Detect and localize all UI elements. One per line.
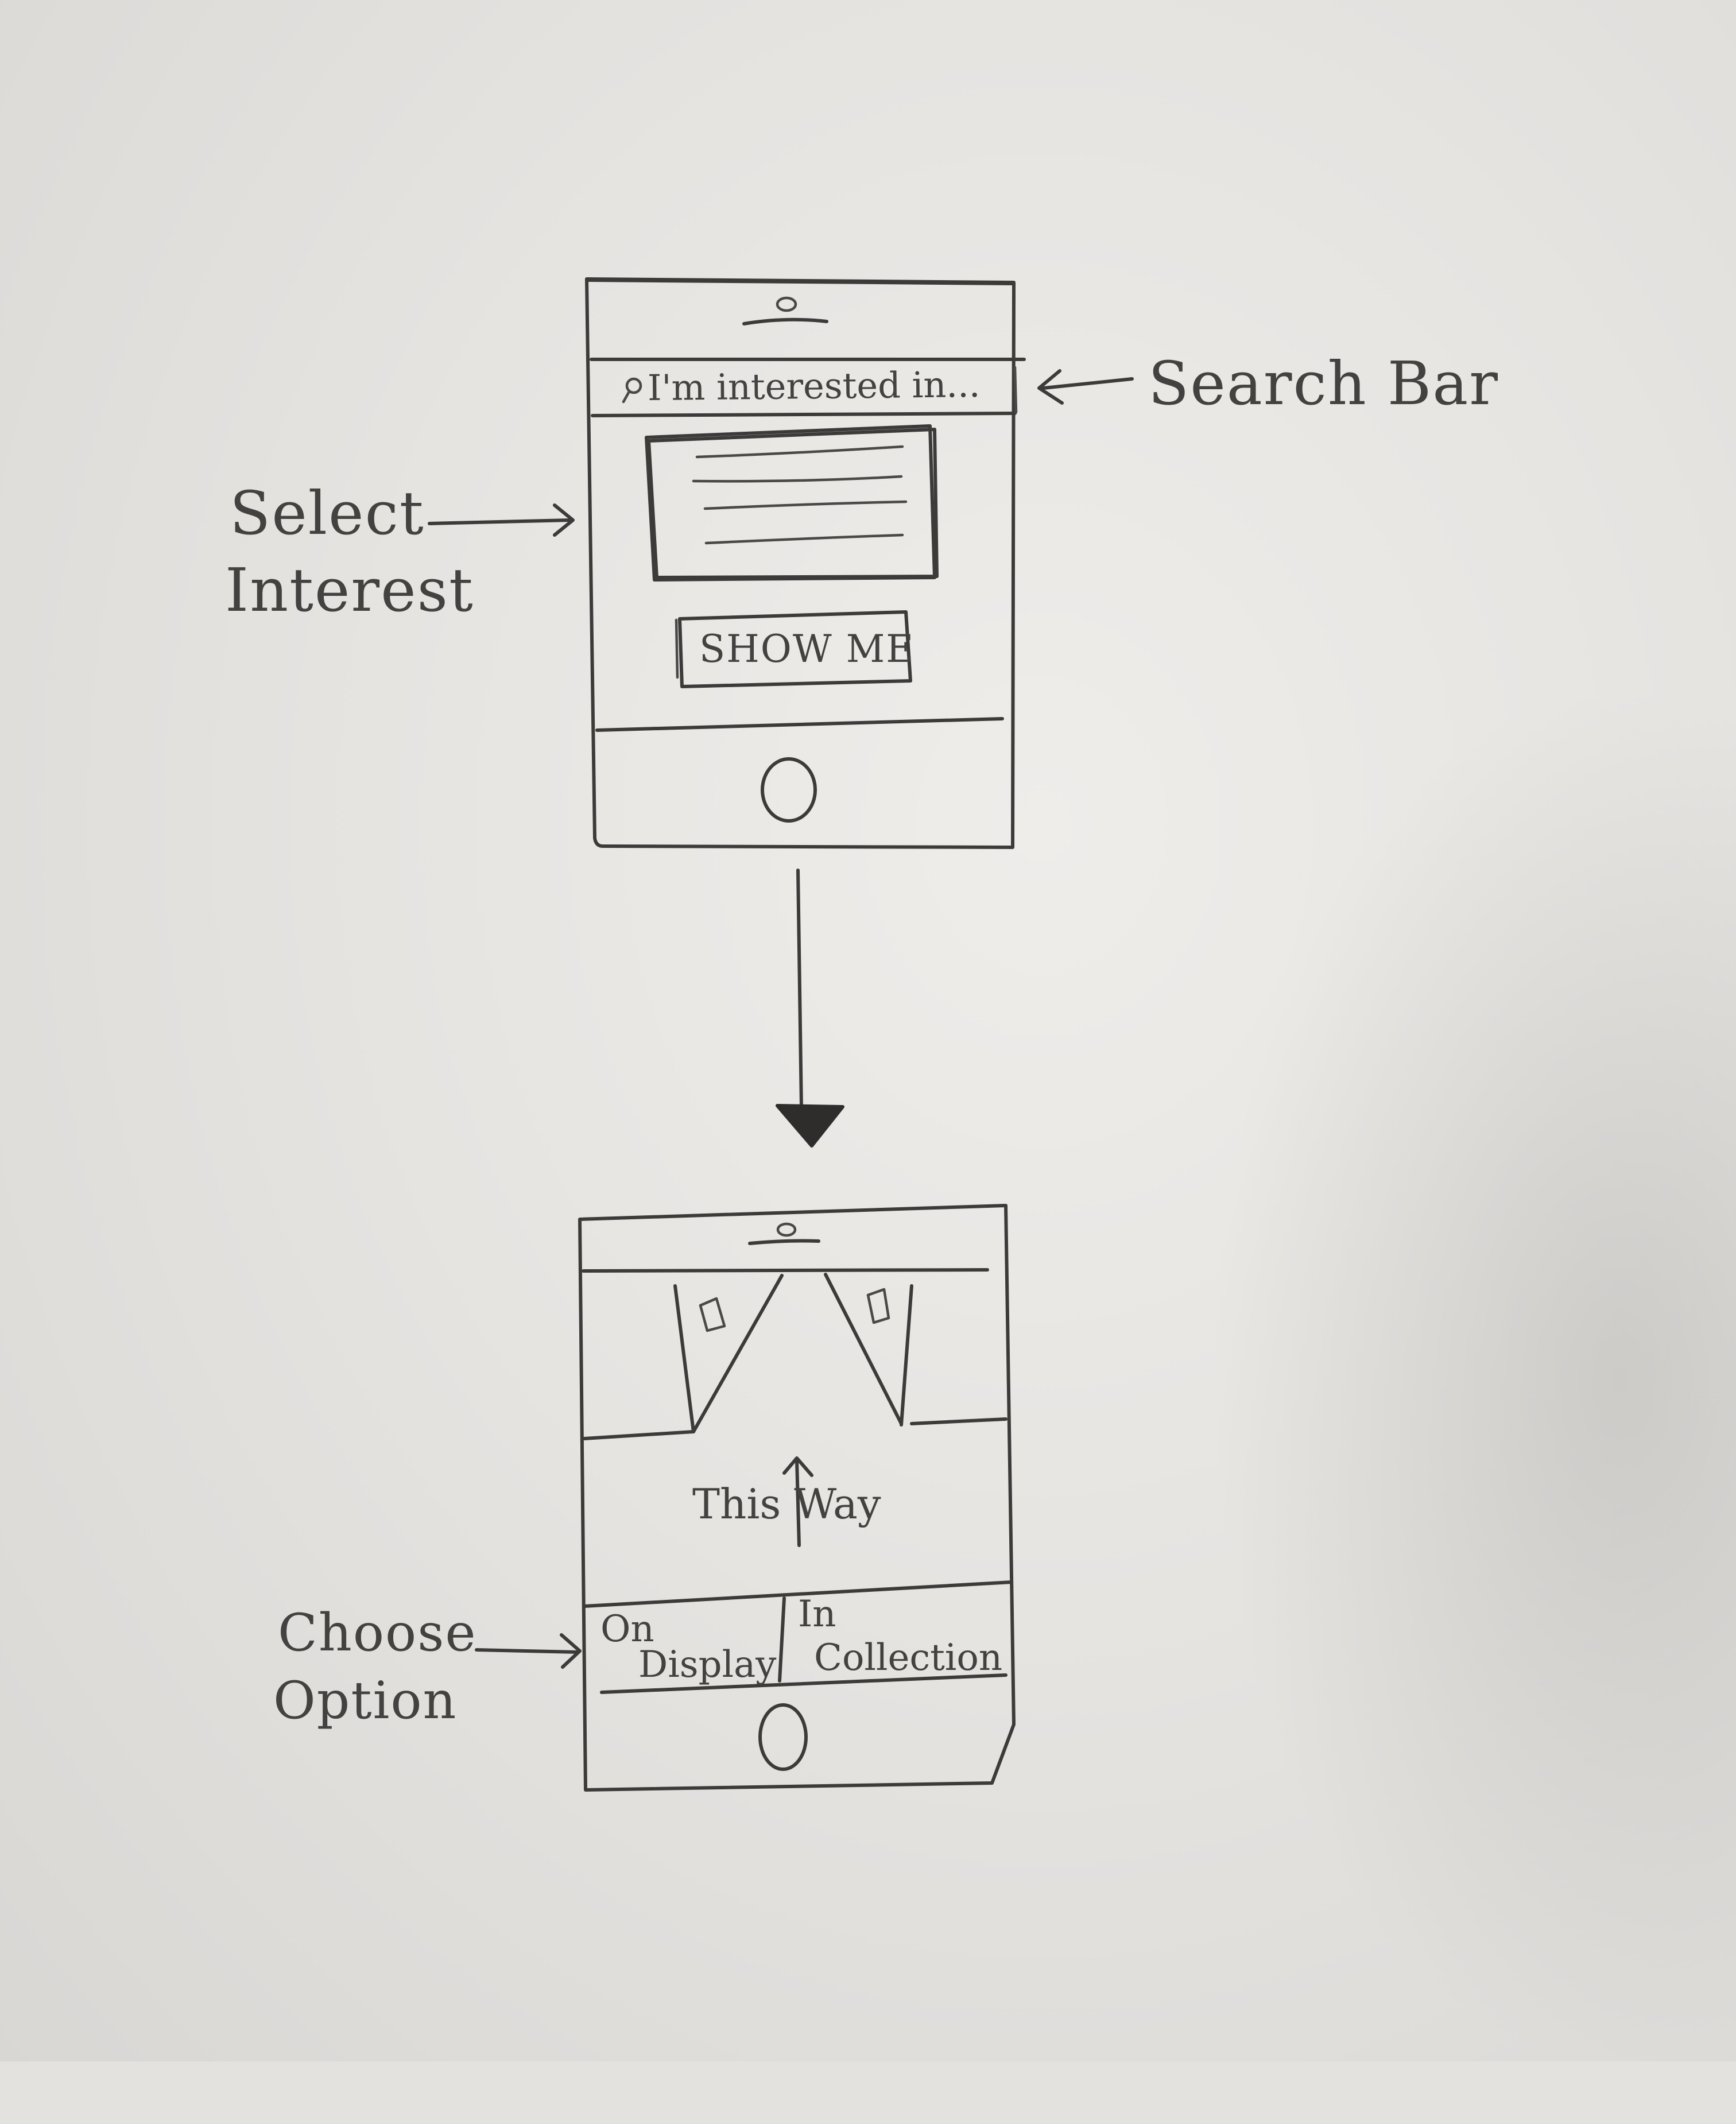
- camera-icon: [742, 296, 828, 325]
- interest-annotation: Interest: [225, 555, 474, 625]
- in-collection-line2: Collection: [814, 1637, 1003, 1679]
- list-item: [692, 475, 903, 483]
- corridor-view: [583, 1273, 1008, 1440]
- camera-icon: [748, 1222, 820, 1245]
- search-icon: [622, 377, 642, 404]
- in-collection-line1: In: [798, 1593, 836, 1635]
- direction-label: This Way: [692, 1480, 881, 1528]
- on-display-line1: On: [600, 1608, 654, 1650]
- option-annotation: Option: [273, 1670, 458, 1731]
- phone-1-footer-line: [595, 717, 1004, 732]
- search-input[interactable]: I'm interested in...: [648, 363, 981, 409]
- list-item: [704, 533, 904, 545]
- list-item: [703, 500, 908, 510]
- interest-list[interactable]: [645, 424, 939, 582]
- select-annotation: Select: [230, 478, 425, 548]
- select-interest-arrow: [428, 503, 575, 537]
- phone-1-search-right-edge: [1013, 366, 1018, 414]
- painting-left: [699, 1297, 726, 1332]
- show-me-button-label: SHOW ME: [699, 627, 915, 671]
- home-button-icon[interactable]: [758, 1703, 808, 1771]
- choose-option-arrow: [475, 1633, 582, 1669]
- search-bar-annotation: Search Bar: [1148, 348, 1499, 418]
- wireframe-sketch: [428, 277, 1134, 1792]
- on-display-line2: Display: [638, 1644, 777, 1686]
- choose-annotation: Choose: [278, 1603, 477, 1663]
- phone-2-header-line: [582, 1268, 989, 1273]
- flow-arrow-icon: [776, 869, 844, 1148]
- list-item: [695, 445, 904, 459]
- home-button-icon[interactable]: [761, 757, 817, 823]
- painting-right: [866, 1288, 890, 1324]
- search-bar-arrow: [1037, 369, 1134, 405]
- phone-1-search-bottom-line: [591, 412, 1017, 417]
